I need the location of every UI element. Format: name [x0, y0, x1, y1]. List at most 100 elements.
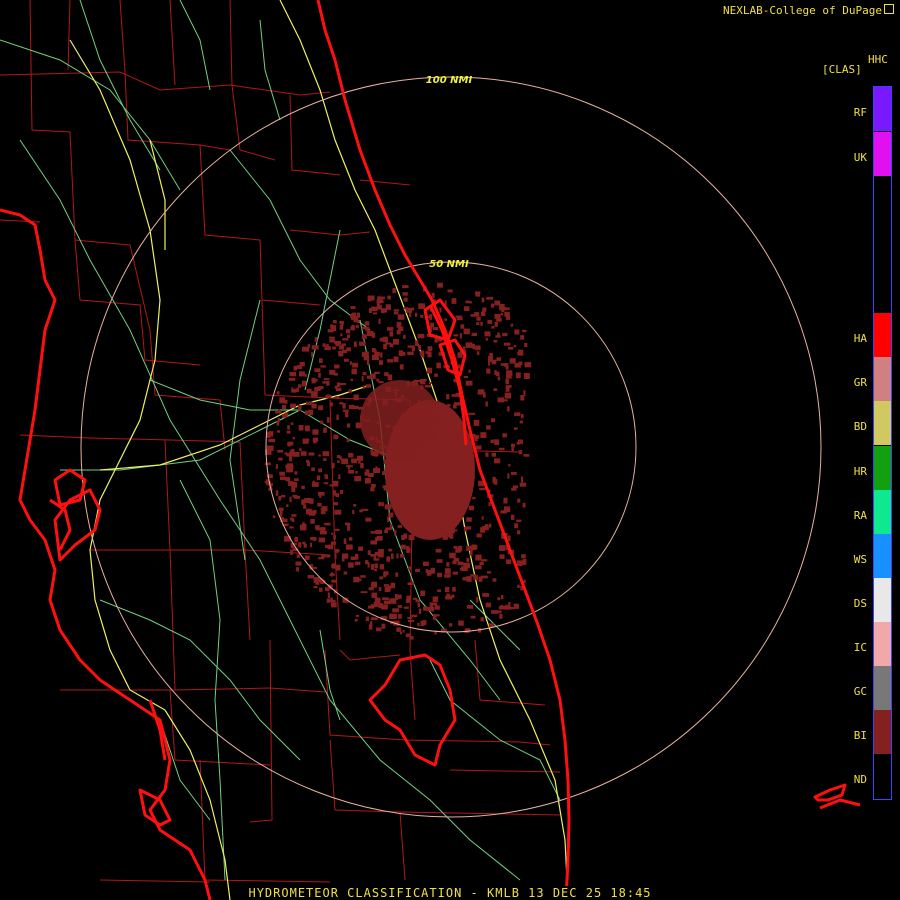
radar-map: 100 NMI 50 NMI	[0, 0, 900, 900]
echo-cell	[437, 282, 443, 288]
echo-cell	[332, 480, 339, 487]
echo-cell	[327, 592, 330, 599]
echo-cell	[307, 410, 311, 413]
echo-cell	[511, 514, 515, 520]
echo-cell	[452, 587, 456, 592]
echo-cell	[451, 298, 457, 304]
echo-cell	[478, 565, 481, 569]
echo-cell	[398, 613, 402, 619]
echo-cell	[408, 619, 415, 622]
echo-cell	[356, 578, 362, 582]
echo-cell	[511, 444, 515, 447]
echo-cell	[482, 593, 490, 597]
echo-cell	[478, 576, 483, 582]
echo-cell	[364, 477, 371, 484]
echo-cell	[276, 391, 280, 395]
echo-cell	[284, 536, 287, 542]
echo-cell	[351, 458, 357, 464]
echo-cell	[325, 587, 330, 592]
echo-cell	[397, 605, 403, 608]
echo-cell	[350, 556, 356, 560]
echo-cell	[521, 476, 523, 483]
echo-cell	[488, 502, 491, 507]
echo-cell	[444, 586, 450, 593]
echo-cell	[318, 557, 325, 560]
echo-cell	[432, 614, 437, 621]
echo-cell	[326, 394, 330, 397]
echo-cell	[463, 376, 468, 379]
echo-cell	[415, 568, 421, 572]
echo-cell	[423, 379, 427, 382]
echo-cell	[359, 341, 366, 346]
footer-separator: -	[470, 886, 479, 900]
echo-cell	[314, 368, 321, 372]
echo-cell	[402, 285, 409, 289]
echo-cell	[444, 568, 451, 574]
echo-cell	[375, 529, 383, 535]
echo-cell	[345, 544, 353, 550]
echo-cell	[466, 576, 472, 582]
echo-cell	[329, 339, 335, 343]
echo-cell	[360, 462, 364, 469]
echo-cell	[403, 334, 406, 339]
echo-cell	[523, 454, 530, 457]
echo-cell	[303, 504, 307, 509]
echo-cell	[297, 404, 302, 411]
echo-cell	[435, 548, 442, 553]
echo-cell	[299, 362, 305, 367]
echo-cell	[278, 457, 283, 461]
echo-cell	[311, 352, 314, 358]
echo-cell	[364, 351, 369, 356]
echo-cell	[502, 433, 508, 438]
echo-cell	[517, 352, 520, 356]
echo-cell	[496, 357, 501, 361]
echo-cell	[452, 560, 457, 565]
legend-label-ic: IC	[853, 641, 867, 654]
echo-cell	[290, 517, 294, 521]
echo-cell	[312, 482, 319, 487]
echo-cell	[396, 553, 399, 559]
echo-cell	[518, 450, 523, 455]
echo-cell	[378, 501, 382, 507]
echo-cell	[429, 314, 433, 320]
echo-cell	[522, 502, 526, 508]
footer-caption: HYDROMETEOR CLASSIFICATION - KMLB 13 DEC…	[0, 886, 900, 900]
echo-cell	[505, 315, 511, 320]
echo-cell	[417, 333, 425, 339]
echo-cell	[298, 542, 302, 548]
echo-cell	[475, 345, 481, 351]
echo-cell	[407, 351, 414, 356]
echo-cell	[389, 331, 394, 337]
echo-cell	[287, 425, 290, 430]
echo-cell	[370, 449, 373, 456]
echo-cell	[476, 597, 479, 603]
echo-cell	[335, 343, 340, 347]
echo-cell	[346, 438, 350, 443]
echo-cell	[324, 474, 328, 477]
echo-cell	[379, 360, 383, 365]
echo-cell	[343, 571, 348, 575]
echo-cell	[523, 373, 530, 379]
echo-cell	[431, 292, 435, 298]
echo-cell	[426, 570, 432, 576]
echo-cell	[310, 391, 316, 397]
echo-cell	[418, 345, 421, 350]
legend-swatch-ws	[874, 534, 891, 578]
echo-cell	[342, 338, 349, 341]
echo-cell	[384, 504, 392, 510]
echo-cell	[291, 387, 294, 390]
echo-cell	[317, 502, 322, 507]
echo-cell	[507, 535, 511, 542]
echo-cell	[350, 306, 356, 309]
echo-cell	[507, 473, 510, 479]
echo-cell	[500, 313, 503, 316]
echo-cell	[280, 476, 287, 480]
echo-cell	[460, 324, 465, 329]
echo-cell	[520, 335, 525, 340]
echo-cell	[298, 384, 302, 388]
echo-cell	[409, 636, 414, 640]
echo-cell	[279, 471, 285, 476]
echo-cell	[497, 597, 501, 601]
echo-cell	[508, 464, 511, 467]
echo-cell	[366, 360, 369, 365]
